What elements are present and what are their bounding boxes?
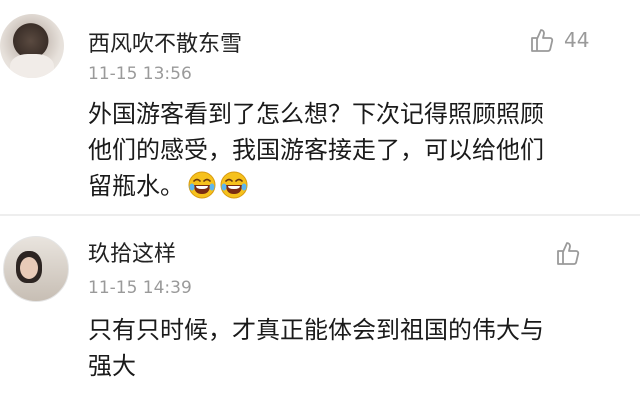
like-button[interactable]: 44 bbox=[530, 25, 589, 55]
comment-text-line: 外国游客看到了怎么想？下次记得照顾照顾 bbox=[88, 100, 544, 128]
comment-timestamp: 11-15 14:39 bbox=[88, 278, 192, 298]
comment-username[interactable]: 西风吹不散东雪 bbox=[88, 26, 242, 58]
comment-item: 西风吹不散东雪 11-15 13:56 44 外国游客看到了怎么想？下次记得照顾… bbox=[0, 0, 640, 214]
comment-item: 玖拾这样 11-15 14:39 只有只时候，才真正能体会到祖国的伟大与 强大 bbox=[0, 216, 640, 401]
avatar[interactable] bbox=[0, 14, 64, 78]
thumbs-up-icon bbox=[557, 242, 580, 265]
comment-text-last-line: 留瓶水。 bbox=[88, 168, 608, 204]
laughing-tears-emoji-icon bbox=[220, 171, 248, 199]
comment-timestamp: 11-15 13:56 bbox=[88, 64, 192, 84]
like-count: 44 bbox=[564, 28, 590, 52]
laughing-tears-emoji-icon bbox=[188, 171, 216, 199]
comment-text-line: 留瓶水。 bbox=[88, 172, 184, 200]
comment-text-line: 强大 bbox=[88, 352, 136, 380]
comment-text: 只有只时候，才真正能体会到祖国的伟大与 强大 bbox=[88, 312, 608, 384]
comment-text: 外国游客看到了怎么想？下次记得照顾照顾 他们的感受，我国游客接走了，可以给他们 … bbox=[88, 96, 608, 204]
thumbs-up-icon bbox=[531, 29, 554, 52]
comment-text-line: 他们的感受，我国游客接走了，可以给他们 bbox=[88, 136, 544, 164]
avatar[interactable] bbox=[3, 236, 69, 302]
comment-text-line: 只有只时候，才真正能体会到祖国的伟大与 bbox=[88, 316, 544, 344]
like-button[interactable] bbox=[556, 238, 582, 268]
comment-username[interactable]: 玖拾这样 bbox=[88, 236, 176, 268]
